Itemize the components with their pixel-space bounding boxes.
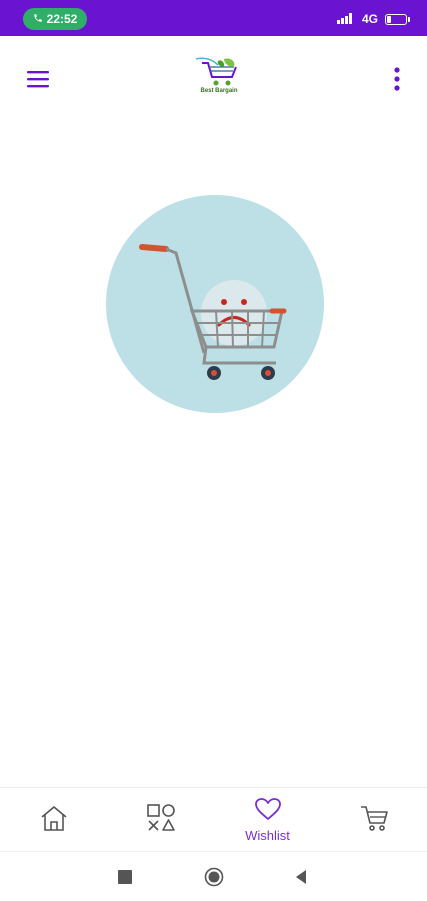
- home-icon: [39, 804, 69, 837]
- signal-icon: [336, 12, 355, 27]
- battery-percentage: 23: [391, 14, 401, 23]
- nav-item-wishlist[interactable]: Wishlist: [214, 788, 321, 852]
- nav-item-home[interactable]: [0, 788, 107, 852]
- more-vertical-icon[interactable]: [391, 66, 403, 92]
- system-navigation-bar: [0, 851, 427, 901]
- hamburger-menu-icon[interactable]: [27, 70, 49, 88]
- home-button-icon[interactable]: [203, 866, 225, 888]
- phone-icon: [33, 8, 43, 30]
- nav-item-categories[interactable]: [107, 788, 214, 852]
- categories-icon: [146, 803, 176, 838]
- battery-icon: 23: [385, 13, 410, 25]
- back-button-icon[interactable]: [290, 866, 312, 888]
- recent-apps-icon[interactable]: [114, 866, 136, 888]
- cart-icon: [359, 803, 389, 838]
- app-logo: Best Bargain: [194, 55, 244, 99]
- network-type: 4G: [361, 12, 378, 26]
- app-bar: Best Bargain: [0, 36, 427, 120]
- status-bar: 22:52 4G 23: [0, 0, 427, 36]
- bottom-navigation: Wishlist: [0, 787, 427, 852]
- nav-item-cart[interactable]: [320, 788, 427, 852]
- heart-icon: [254, 797, 282, 826]
- logo-text: Best Bargain: [200, 88, 238, 94]
- ongoing-call-pill[interactable]: 22:52: [23, 8, 87, 30]
- status-time: 22:52: [46, 12, 78, 26]
- battery-level-fill: [387, 15, 391, 23]
- empty-wishlist-illustration: [106, 195, 324, 413]
- nav-label-wishlist: Wishlist: [245, 828, 290, 843]
